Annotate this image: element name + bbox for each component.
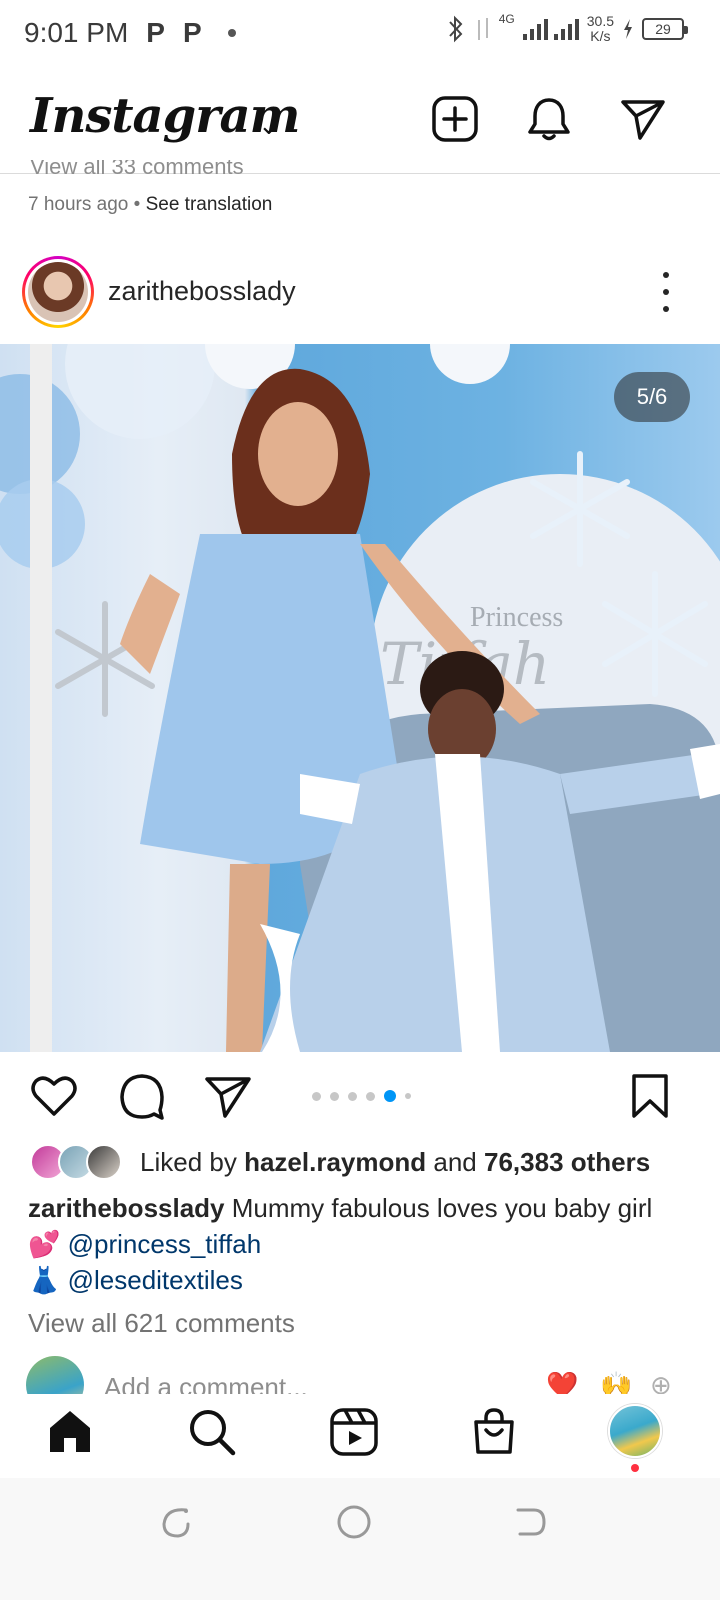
new-post-icon[interactable] bbox=[430, 94, 480, 144]
add-comment-row[interactable]: Add a comment... ❤️ 🙌 ⊕ bbox=[0, 1354, 720, 1394]
save-bookmark-icon[interactable] bbox=[624, 1070, 676, 1122]
view-comments-link[interactable]: View all 621 comments bbox=[28, 1308, 295, 1339]
profile-avatar[interactable] bbox=[608, 1404, 662, 1458]
shop-icon[interactable] bbox=[468, 1406, 520, 1458]
back-button-icon[interactable] bbox=[510, 1502, 550, 1542]
more-notifications-dot bbox=[227, 29, 236, 37]
status-indicators: 4G 30.5 K/s 29 bbox=[445, 12, 688, 44]
caption-emoji: 💕 bbox=[28, 1229, 61, 1259]
meta-separator: • bbox=[133, 194, 141, 215]
direct-message-icon[interactable] bbox=[618, 94, 668, 144]
battery-indicator: 29 bbox=[642, 18, 688, 40]
carousel-counter: 5/6 bbox=[614, 372, 690, 422]
post-actions bbox=[0, 1060, 720, 1130]
post-time: 7 hours ago bbox=[28, 194, 129, 215]
carousel-dot bbox=[312, 1091, 321, 1101]
network-speed: 30.5 K/s bbox=[586, 13, 614, 44]
like-heart-icon[interactable] bbox=[28, 1070, 80, 1122]
network-type: 4G bbox=[498, 12, 515, 26]
avatar bbox=[28, 262, 88, 322]
more-options-icon[interactable] bbox=[656, 272, 676, 312]
carousel-dot bbox=[366, 1091, 375, 1101]
charging-icon bbox=[624, 19, 632, 39]
home-icon[interactable] bbox=[44, 1406, 96, 1458]
notification-app-icon: P bbox=[146, 17, 165, 48]
post-photo: Princess Tiffah bbox=[0, 344, 720, 1052]
post-header: zarithebosslady bbox=[0, 254, 720, 334]
notification-app-icon: P bbox=[182, 17, 202, 48]
chevron-down-icon[interactable]: ⌄ bbox=[258, 110, 280, 141]
reels-icon[interactable] bbox=[328, 1406, 380, 1458]
caption-mention[interactable]: @leseditextiles bbox=[68, 1265, 243, 1295]
app-header: Instagram ⌄ bbox=[0, 70, 720, 174]
caption-mention[interactable]: @princess_tiffah bbox=[68, 1229, 262, 1259]
avatar bbox=[86, 1144, 122, 1180]
home-button-icon[interactable] bbox=[334, 1502, 374, 1542]
avatar bbox=[26, 1356, 84, 1394]
previous-post-comments-link[interactable]: View all 33 comments bbox=[30, 160, 244, 178]
see-translation-link[interactable]: See translation bbox=[146, 194, 273, 215]
carousel-dot bbox=[348, 1091, 357, 1101]
svg-text:Princess: Princess bbox=[470, 602, 563, 633]
carousel-dot bbox=[405, 1093, 411, 1099]
comment-icon[interactable] bbox=[116, 1070, 168, 1122]
profile-notification-dot bbox=[631, 1464, 639, 1472]
add-comment-input[interactable]: Add a comment... bbox=[104, 1372, 308, 1394]
clap-reaction[interactable]: 🙌 bbox=[600, 1370, 632, 1394]
recent-apps-icon[interactable] bbox=[156, 1502, 196, 1542]
post-caption: zarithebosslady Mummy fabulous loves you… bbox=[28, 1190, 708, 1298]
heart-reaction[interactable]: ❤️ bbox=[546, 1370, 578, 1394]
status-bar: 9:01 PM P P 4G 30.5 K/s 29 bbox=[0, 0, 720, 66]
carousel-indicator bbox=[312, 1090, 411, 1102]
signal-icon bbox=[522, 19, 579, 40]
bluetooth-icon bbox=[448, 15, 463, 43]
likes-text: Liked by hazel.raymond and 76,383 others bbox=[140, 1146, 651, 1177]
caption-text: Mummy fabulous loves you baby girl bbox=[231, 1193, 653, 1223]
post-image[interactable]: Princess Tiffah 5/6 bbox=[0, 344, 720, 1052]
post-username[interactable]: zarithebosslady bbox=[108, 276, 296, 307]
add-reaction-icon[interactable]: ⊕ bbox=[650, 1370, 672, 1394]
story-avatar[interactable] bbox=[22, 256, 94, 328]
liker-username[interactable]: hazel.raymond bbox=[244, 1147, 426, 1177]
system-navigation-bar bbox=[0, 1478, 720, 1600]
notifications-icon[interactable] bbox=[524, 94, 574, 144]
previous-post-meta: 7 hours ago • See translation bbox=[28, 194, 272, 216]
likes-count[interactable]: 76,383 others bbox=[484, 1147, 650, 1177]
search-icon[interactable] bbox=[186, 1406, 238, 1458]
bottom-navigation bbox=[0, 1394, 720, 1478]
caption-emoji: 👗 bbox=[28, 1265, 61, 1295]
carousel-dot-active bbox=[384, 1090, 396, 1102]
data-arrows-icon bbox=[477, 18, 488, 40]
carousel-dot bbox=[330, 1091, 339, 1101]
likes-row[interactable]: Liked by hazel.raymond and 76,383 others bbox=[28, 1140, 708, 1184]
liker-avatars bbox=[28, 1142, 128, 1182]
status-time: 9:01 PM bbox=[24, 17, 129, 48]
caption-username[interactable]: zarithebosslady bbox=[28, 1193, 225, 1223]
share-icon[interactable] bbox=[202, 1070, 254, 1122]
